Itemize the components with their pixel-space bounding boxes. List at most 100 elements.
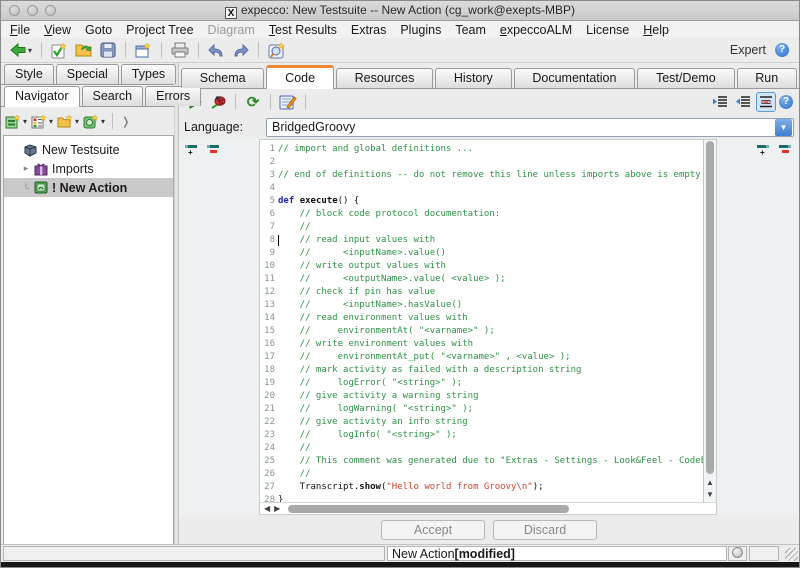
menu-help[interactable]: Help xyxy=(636,23,676,37)
expand-all-icon[interactable]: + xyxy=(757,143,771,157)
chevron-down-icon[interactable]: ▾ xyxy=(49,117,53,126)
discard-button[interactable]: Discard xyxy=(493,519,597,540)
tab-types[interactable]: Types xyxy=(120,64,177,84)
tree-item-imports[interactable]: ▸ Imports xyxy=(4,159,173,178)
tab-style[interactable]: Style xyxy=(4,64,54,84)
tab-test-demo[interactable]: Test/Demo xyxy=(637,68,735,88)
redo-button[interactable] xyxy=(230,40,251,60)
chevron-down-icon[interactable]: ▼ xyxy=(775,118,792,136)
status-extra-field xyxy=(749,546,779,561)
format-outdent-button[interactable] xyxy=(733,92,753,112)
menu-diagram[interactable]: Diagram xyxy=(201,23,262,37)
status-sphere-icon xyxy=(732,547,743,558)
menu-license[interactable]: License xyxy=(579,23,636,37)
vertical-scrollbar-thumb[interactable] xyxy=(706,141,714,474)
code-text-area[interactable]: // import and global definitions ... // e… xyxy=(278,140,703,502)
help-icon[interactable]: ? xyxy=(775,43,789,57)
resize-grip[interactable] xyxy=(785,548,798,561)
restart-button[interactable]: ⟳ xyxy=(243,92,263,112)
accept-button-toolbar[interactable] xyxy=(49,40,70,60)
chevron-down-icon[interactable]: ▾ xyxy=(23,117,27,126)
main-toolbar: ▾ Expert ? xyxy=(1,38,799,63)
tree-item-new-testsuite[interactable]: New Testsuite xyxy=(4,140,173,159)
save-button[interactable] xyxy=(98,40,118,60)
back-history-dropdown[interactable]: ▾ xyxy=(28,46,32,55)
undo-button[interactable] xyxy=(206,40,227,60)
tab-history[interactable]: History xyxy=(435,68,512,88)
open-button[interactable] xyxy=(73,40,95,60)
line-number: 16 xyxy=(264,339,275,349)
new-testplan-button[interactable]: ▾ xyxy=(30,113,54,130)
tab-errors[interactable]: Errors xyxy=(145,86,202,106)
chevron-down-icon[interactable]: ▾ xyxy=(75,117,79,126)
menu-expeccoalm[interactable]: expeccoALM xyxy=(493,23,579,37)
testsuite-icon xyxy=(22,143,38,157)
menu-plugins[interactable]: Plugins xyxy=(393,23,448,37)
menu-test-results[interactable]: Test Results xyxy=(262,23,344,37)
new-window-button[interactable] xyxy=(133,40,154,60)
code-help-icon[interactable]: ? xyxy=(779,95,793,109)
code-line: // end of definitions -- do not remove t… xyxy=(278,170,701,180)
tab-code[interactable]: Code xyxy=(266,65,334,89)
new-group-button[interactable]: ▾ xyxy=(56,113,80,130)
menu-goto[interactable]: Goto xyxy=(78,23,119,37)
menu-extras[interactable]: Extras xyxy=(344,23,393,37)
language-value: BridgedGroovy xyxy=(272,120,356,134)
code-line: // logWarning( "<string>" ); xyxy=(278,404,474,414)
line-display-toggle[interactable] xyxy=(756,92,776,112)
line-number: 2 xyxy=(269,157,275,167)
tab-schema[interactable]: Schema xyxy=(181,68,265,88)
toolbar-separator xyxy=(161,42,163,58)
tab-documentation[interactable]: Documentation xyxy=(513,68,636,88)
toolbar-overflow-icon[interactable]: ❭ xyxy=(121,115,130,128)
tab-special[interactable]: Special xyxy=(55,64,119,84)
tab-navigator[interactable]: Navigator xyxy=(4,86,80,107)
code-editor[interactable]: 1 2 3 4 5 6 7 8 9 10 11 12 13 14 15 16 17 18 19 20 21 22 23 24 2… xyxy=(259,139,717,515)
expand-all-icon[interactable]: + xyxy=(185,143,199,157)
tree-item-label: ! New Action xyxy=(52,180,128,195)
code-line: Transcript.show("Hello world from Groovy… xyxy=(278,482,544,492)
tab-search[interactable]: Search xyxy=(81,86,144,106)
code-line: // check if pin has value xyxy=(278,287,436,297)
scroll-left-icon[interactable]: ◀ xyxy=(264,503,270,515)
scroll-right-icon[interactable]: ▶ xyxy=(274,503,280,515)
format-indent-button[interactable] xyxy=(710,92,730,112)
line-number: 25 xyxy=(264,456,275,466)
menu-team[interactable]: Team xyxy=(448,23,493,37)
vertical-scrollbar[interactable]: ▲ ▼ xyxy=(703,140,716,502)
tree-item-new-action[interactable]: └ ! New Action xyxy=(4,178,173,197)
tab-resources[interactable]: Resources xyxy=(335,68,434,88)
new-testsuite-button[interactable]: ▾ xyxy=(4,113,28,130)
scroll-down-icon[interactable]: ▼ xyxy=(706,489,714,501)
toolbar-separator xyxy=(112,113,114,129)
menu-project-tree[interactable]: Project Tree xyxy=(119,23,200,37)
code-line: } xyxy=(278,495,284,502)
open-folder-icon xyxy=(75,42,93,58)
collapse-all-icon[interactable] xyxy=(779,143,793,156)
back-button[interactable]: ▾ xyxy=(7,40,34,60)
print-button[interactable] xyxy=(169,40,191,60)
language-label: Language: xyxy=(184,120,244,134)
expander-icon[interactable]: ▸ xyxy=(22,163,30,174)
menu-file[interactable]: File xyxy=(3,23,37,37)
edit-code-button[interactable] xyxy=(278,92,298,112)
horizontal-scrollbar-thumb[interactable] xyxy=(288,504,569,513)
horizontal-scrollbar[interactable]: ◀ ▶ xyxy=(260,502,716,514)
chevron-down-icon[interactable]: ▾ xyxy=(101,117,105,126)
collapse-all-icon[interactable] xyxy=(207,143,221,156)
accept-button[interactable]: Accept xyxy=(381,519,485,540)
refresh-icon: ⟳ xyxy=(246,94,260,111)
language-select[interactable]: BridgedGroovy ▼ xyxy=(266,117,794,137)
tab-run[interactable]: Run xyxy=(736,68,797,88)
tree-item-label: New Testsuite xyxy=(42,142,120,157)
open-browser-button[interactable] xyxy=(266,40,288,60)
debug-button[interactable] xyxy=(208,92,228,112)
tree-item-label: Imports xyxy=(52,161,94,176)
testsuite-tree: New Testsuite ▸ Imports └ ! New Action xyxy=(3,135,174,544)
menu-view[interactable]: View xyxy=(37,23,78,37)
new-action-button[interactable]: ▾ xyxy=(82,113,106,130)
scroll-up-icon[interactable]: ▲ xyxy=(706,477,714,489)
current-item-field: New Action [modified] xyxy=(387,546,727,561)
status-indicator-cell xyxy=(728,546,747,561)
new-testsuite-icon xyxy=(5,113,22,129)
